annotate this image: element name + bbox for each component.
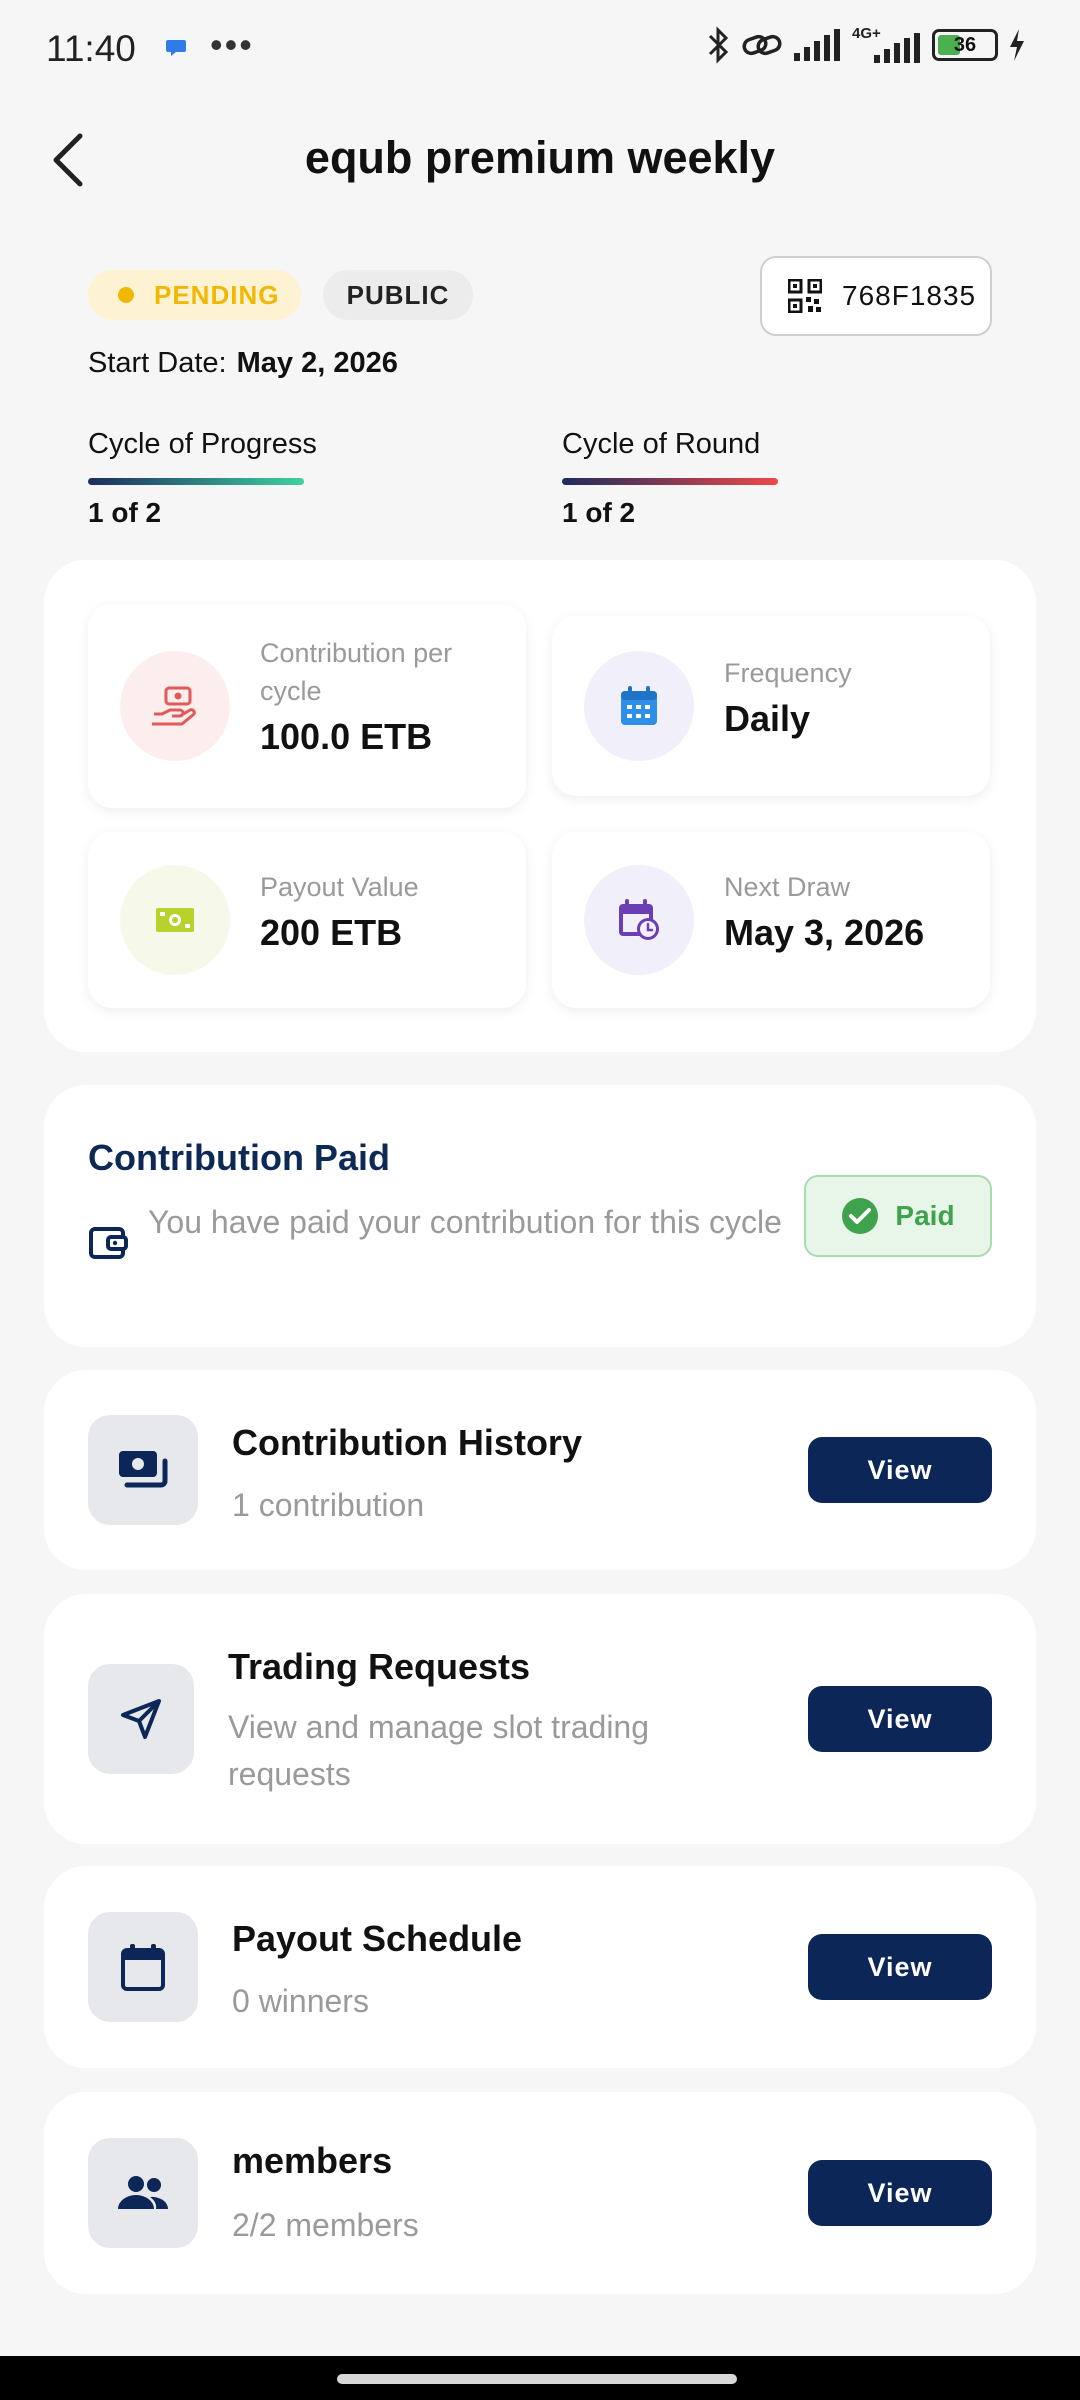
battery-level: 36 [953,33,977,56]
status-icons: 4G+ 36 [706,25,1026,64]
stat-payout-label: Payout Value [260,872,419,902]
contribution-history-icon-wrap [88,1415,198,1525]
stat-next-draw-label: Next Draw [724,872,851,902]
payout-schedule-view-button[interactable]: View [808,1934,992,2000]
stat-frequency: Frequency Daily [552,616,990,796]
group-code: 768F1835 [842,280,977,311]
contribution-history-view-button[interactable]: View [808,1437,992,1503]
start-date-label: Start Date: [88,347,227,379]
stat-contribution-icon-wrap [120,651,230,761]
battery-icon: 36 [932,29,998,61]
cycle-round-value: 1 of 2 [562,497,636,528]
signal-icon [794,29,840,61]
paid-badge-label: Paid [895,1200,955,1231]
payout-schedule-title: Payout Schedule [232,1918,523,1959]
system-navigation-bar [0,2356,1080,2400]
cycle-round: Cycle of Round 1 of 2 [562,428,778,529]
message-notification-icon [165,38,187,63]
stat-contribution-label: Contribution per cycle [260,638,453,706]
stat-payout-value: 200 ETB [260,912,403,953]
status-time: 11:40 [46,28,136,69]
contribution-history-subtitle: 1 contribution [232,1487,425,1523]
trading-requests-view-button[interactable]: View [808,1686,992,1752]
trading-requests-icon-wrap [88,1664,194,1774]
contribution-status-description: You have paid your contribution for this… [148,1204,782,1240]
stat-payout-text: Payout Value 200 ETB [260,868,419,954]
stat-frequency-value: Daily [724,698,811,739]
stat-next-draw-icon-wrap [584,865,694,975]
calendar-icon [621,686,657,725]
paid-badge: Paid [804,1175,992,1257]
people-icon [118,2176,169,2209]
status-badge: PENDING [88,270,301,320]
stat-payout-icon-wrap [120,865,230,975]
contribution-status-card: Contribution Paid You have paid your con… [44,1085,1036,1347]
cycle-progress-bar [88,478,304,485]
calendar-clock-icon [619,899,659,940]
home-gesture-handle[interactable] [337,2374,737,2384]
wallet-icon [89,1227,128,1259]
members-subtitle: 2/2 members [232,2207,419,2243]
stat-frequency-label: Frequency [724,658,852,688]
stat-frequency-text: Frequency Daily [724,654,852,740]
payout-schedule-card[interactable]: Payout Schedule 0 winners View [44,1866,1036,2068]
contribution-history-title: Contribution History [232,1422,582,1463]
contribution-history-card[interactable]: Contribution History 1 contribution View [44,1370,1036,1570]
calendar-icon [121,1944,165,1991]
members-title: members [232,2140,393,2181]
cycle-progress-value: 1 of 2 [88,497,162,528]
more-notifications-icon: ••• [210,24,254,65]
stat-contribution-value: 100.0 ETB [260,716,433,757]
stat-next-draw-text: Next Draw May 3, 2026 [724,868,924,954]
stat-contribution-text: Contribution per cycle 100.0 ETB [260,634,500,758]
trading-requests-subtitle: View and manage slot trading requests [228,1709,650,1792]
cycle-progress: Cycle of Progress 1 of 2 [88,428,317,529]
bluetooth-icon [708,26,729,64]
trading-requests-card[interactable]: Trading Requests View and manage slot tr… [44,1594,1036,1844]
stats-card: Contribution per cycle 100.0 ETB Frequen… [44,560,1036,1052]
charging-icon [1010,29,1024,61]
signal-4g-icon: 4G+ [852,25,922,63]
money-stack-icon [119,1451,168,1488]
status-badge-label: PENDING [154,279,280,310]
visibility-badge: PUBLIC [323,270,473,320]
stat-payout: Payout Value 200 ETB [88,832,526,1008]
payout-schedule-icon-wrap [88,1912,198,2022]
payout-schedule-subtitle: 0 winners [232,1983,369,2019]
cycle-round-label: Cycle of Round [562,428,761,460]
stat-next-draw: Next Draw May 3, 2026 [552,832,990,1008]
members-view-button[interactable]: View [808,2160,992,2226]
members-card[interactable]: members 2/2 members View [44,2092,1036,2294]
cycle-progress-label: Cycle of Progress [88,428,317,460]
status-dot [118,287,134,303]
page-title: equb premium weekly [304,132,776,183]
start-date: Start Date: May 2, 2026 [88,347,398,380]
members-icon-wrap [88,2138,198,2248]
cycle-round-bar [562,478,778,485]
start-date-value: May 2, 2026 [236,347,398,379]
hand-money-icon [152,686,196,726]
stat-contribution: Contribution per cycle 100.0 ETB [88,604,526,808]
link-icon [742,34,782,56]
cash-icon [156,908,194,932]
trading-requests-title: Trading Requests [228,1646,531,1687]
stat-frequency-icon-wrap [584,651,694,761]
app-header: equb premium weekly [0,110,1080,210]
contribution-status-title: Contribution Paid [88,1137,390,1178]
qr-code-icon [788,279,822,313]
send-icon [121,1699,161,1739]
status-bar: 11:40 ••• 4G+ 36 [0,0,1080,100]
stat-next-draw-value: May 3, 2026 [724,912,925,953]
group-code-button[interactable]: 768F1835 [760,256,992,336]
check-circle-icon [842,1198,879,1234]
visibility-badge-label: PUBLIC [346,279,450,310]
